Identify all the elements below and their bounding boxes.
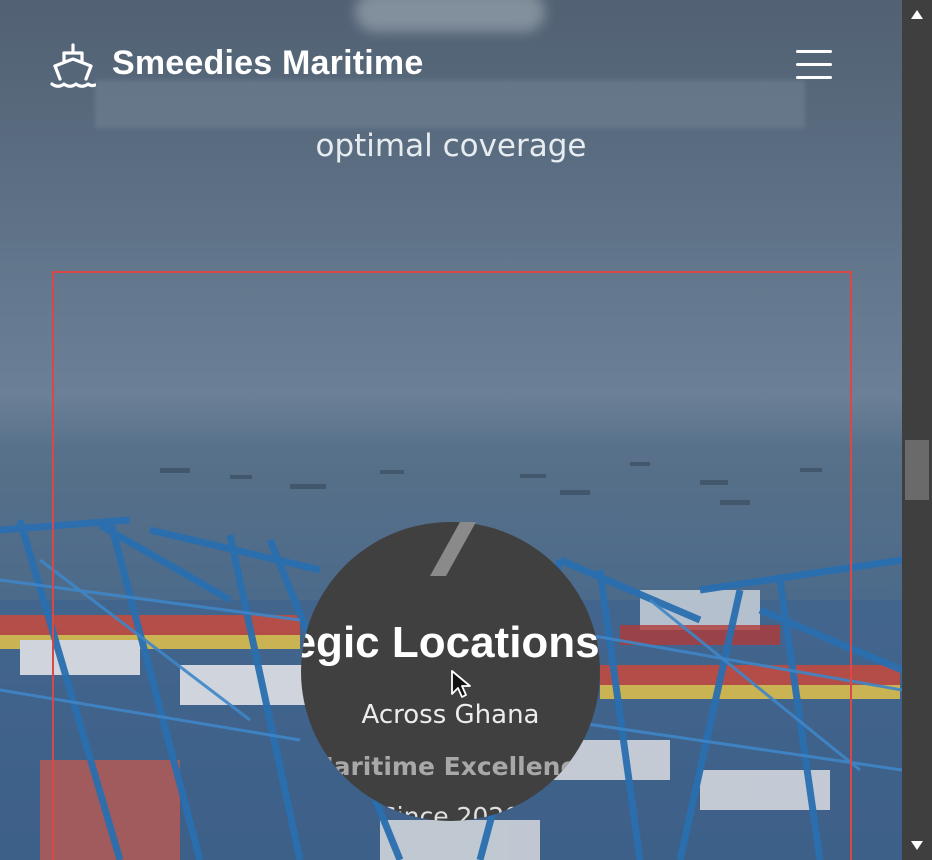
site-header: Smeedies Maritime bbox=[0, 0, 902, 130]
vertical-scrollbar[interactable] bbox=[902, 0, 932, 860]
section-subtitle: optimal coverage bbox=[315, 128, 587, 164]
brand-name[interactable]: Smeedies Maritime bbox=[112, 44, 423, 83]
scrollbar-thumb[interactable] bbox=[905, 440, 929, 500]
feature-title-text: Strategic Locations bbox=[301, 618, 600, 667]
hamburger-icon-bar bbox=[796, 63, 832, 66]
hamburger-menu-button[interactable] bbox=[790, 46, 838, 84]
triangle-down-icon[interactable] bbox=[902, 830, 932, 860]
hamburger-icon bbox=[796, 50, 832, 53]
mouse-cursor-icon bbox=[451, 670, 471, 698]
hamburger-icon-bar bbox=[796, 76, 832, 79]
feature-since: Since 2020 bbox=[380, 802, 521, 821]
feature-location: Across Ghana bbox=[361, 700, 540, 730]
slash-decoration bbox=[430, 522, 476, 576]
browser-viewport: Smeedies Maritime optimal coverage Strat… bbox=[0, 0, 932, 860]
feature-tagline: Maritime Excellence bbox=[308, 752, 593, 781]
triangle-up-icon[interactable] bbox=[902, 0, 932, 30]
feature-title: Strategic Locations bbox=[301, 618, 600, 668]
ship-icon[interactable] bbox=[50, 42, 96, 88]
